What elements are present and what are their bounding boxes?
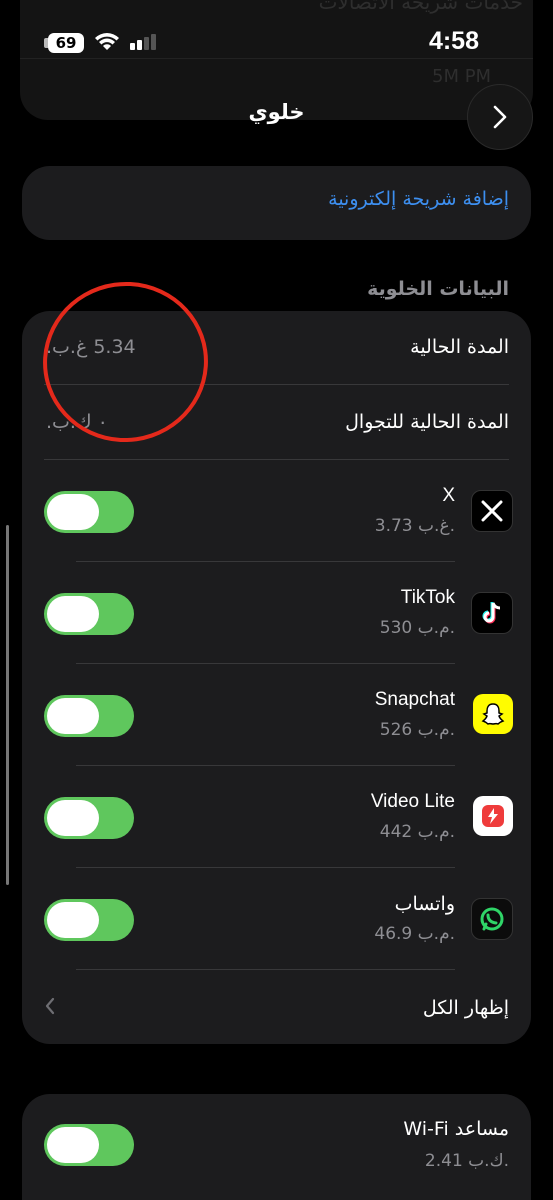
roaming-period-label: المدة الحالية للتجوال	[345, 411, 509, 433]
app-name-whatsapp: واتساب	[394, 894, 455, 915]
toggle-knob	[47, 1127, 99, 1163]
toggle-whatsapp[interactable]	[44, 899, 134, 941]
x-logo-icon	[471, 490, 513, 532]
esim-card: إضافة شريحة إلكترونية	[22, 166, 531, 240]
cellular-settings-screen: خدمات شريحة الاتصالات 5M PM 69 4:58 خلوي…	[0, 0, 553, 1200]
toggle-wifi-assist[interactable]	[44, 1124, 134, 1166]
wifi-icon	[95, 33, 119, 50]
add-esim-link[interactable]: إضافة شريحة إلكترونية	[328, 188, 509, 210]
app-usage-video-lite: 442 م.ب.	[379, 822, 455, 842]
divider	[76, 765, 455, 766]
divider	[44, 459, 509, 460]
divider	[76, 663, 455, 664]
toggle-knob	[47, 698, 99, 734]
snapchat-icon	[473, 694, 513, 734]
divider	[76, 561, 455, 562]
divider	[76, 867, 455, 868]
tiktok-icon	[471, 592, 513, 634]
app-usage-tiktok: 530 م.ب.	[379, 618, 455, 638]
app-name-snapchat: Snapchat	[374, 689, 455, 710]
signal-icon	[130, 34, 156, 50]
scroll-indicator[interactable]	[6, 525, 9, 885]
wifi-assist-usage: 2.41 ك.ب.	[424, 1151, 509, 1171]
toggle-video-lite[interactable]	[44, 797, 134, 839]
show-all-link[interactable]: إظهار الكل	[423, 997, 509, 1019]
toggle-tiktok[interactable]	[44, 593, 134, 635]
chevron-right-icon	[493, 105, 507, 129]
section-title-cellular-data: البيانات الخلوية	[367, 278, 509, 300]
app-name-x: X	[442, 485, 455, 506]
whatsapp-icon	[471, 898, 513, 940]
wifi-assist-label: مساعد Wi-Fi	[403, 1118, 509, 1140]
divider	[76, 969, 455, 970]
back-button[interactable]	[467, 84, 533, 150]
app-usage-snapchat: 526 م.ب.	[379, 720, 455, 740]
toggle-knob	[47, 800, 99, 836]
wifi-assist-card: مساعد Wi-Fi 2.41 ك.ب.	[22, 1094, 531, 1200]
battery-icon: 69	[48, 33, 84, 53]
toggle-snapchat[interactable]	[44, 695, 134, 737]
app-usage-x: 3.73 غ.ب.	[374, 516, 455, 536]
chevron-left-icon	[45, 997, 55, 1015]
toggle-x[interactable]	[44, 491, 134, 533]
current-period-label: المدة الحالية	[410, 336, 509, 358]
toggle-knob	[47, 902, 99, 938]
clock: 4:58	[428, 27, 479, 55]
status-bar: 69 4:58	[0, 0, 553, 80]
app-name-video-lite: Video Lite	[370, 791, 455, 812]
video-lite-icon	[473, 796, 513, 836]
toggle-knob	[47, 494, 99, 530]
app-usage-whatsapp: 46.9 م.ب.	[374, 924, 455, 944]
app-name-tiktok: TikTok	[400, 587, 455, 608]
toggle-knob	[47, 596, 99, 632]
